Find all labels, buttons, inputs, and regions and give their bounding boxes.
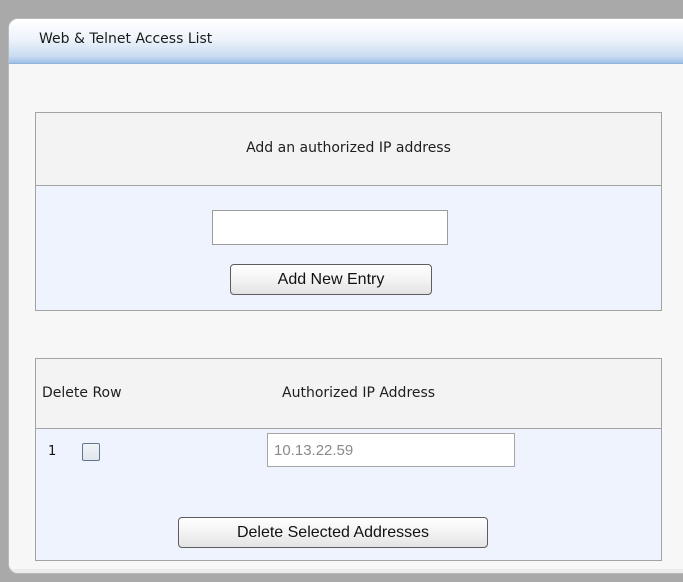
panel-title: Web & Telnet Access List: [39, 31, 213, 47]
add-ip-heading: Add an authorized IP address: [246, 140, 451, 156]
add-ip-section: Add an authorized IP address Add New Ent…: [35, 112, 662, 311]
column-header-authorized-ip: Authorized IP Address: [282, 385, 436, 401]
delete-row-checkbox[interactable]: [82, 443, 100, 461]
access-list-panel: Web & Telnet Access List Add an authoriz…: [8, 18, 683, 574]
column-header-delete-row: Delete Row: [42, 385, 122, 401]
new-ip-input[interactable]: [212, 210, 448, 245]
add-new-entry-button[interactable]: Add New Entry: [230, 264, 432, 295]
delete-selected-addresses-button[interactable]: Delete Selected Addresses: [178, 517, 488, 548]
ip-list-header: Delete Row Authorized IP Address: [36, 359, 661, 429]
add-ip-section-header: Add an authorized IP address: [36, 113, 661, 186]
authorized-ip-field[interactable]: [267, 433, 515, 467]
row-index: 1: [48, 444, 57, 459]
panel-header: Web & Telnet Access List: [9, 19, 683, 64]
ip-list-section: Delete Row Authorized IP Address 1 Delet…: [35, 358, 662, 561]
panel-footer-strip: [9, 569, 683, 573]
